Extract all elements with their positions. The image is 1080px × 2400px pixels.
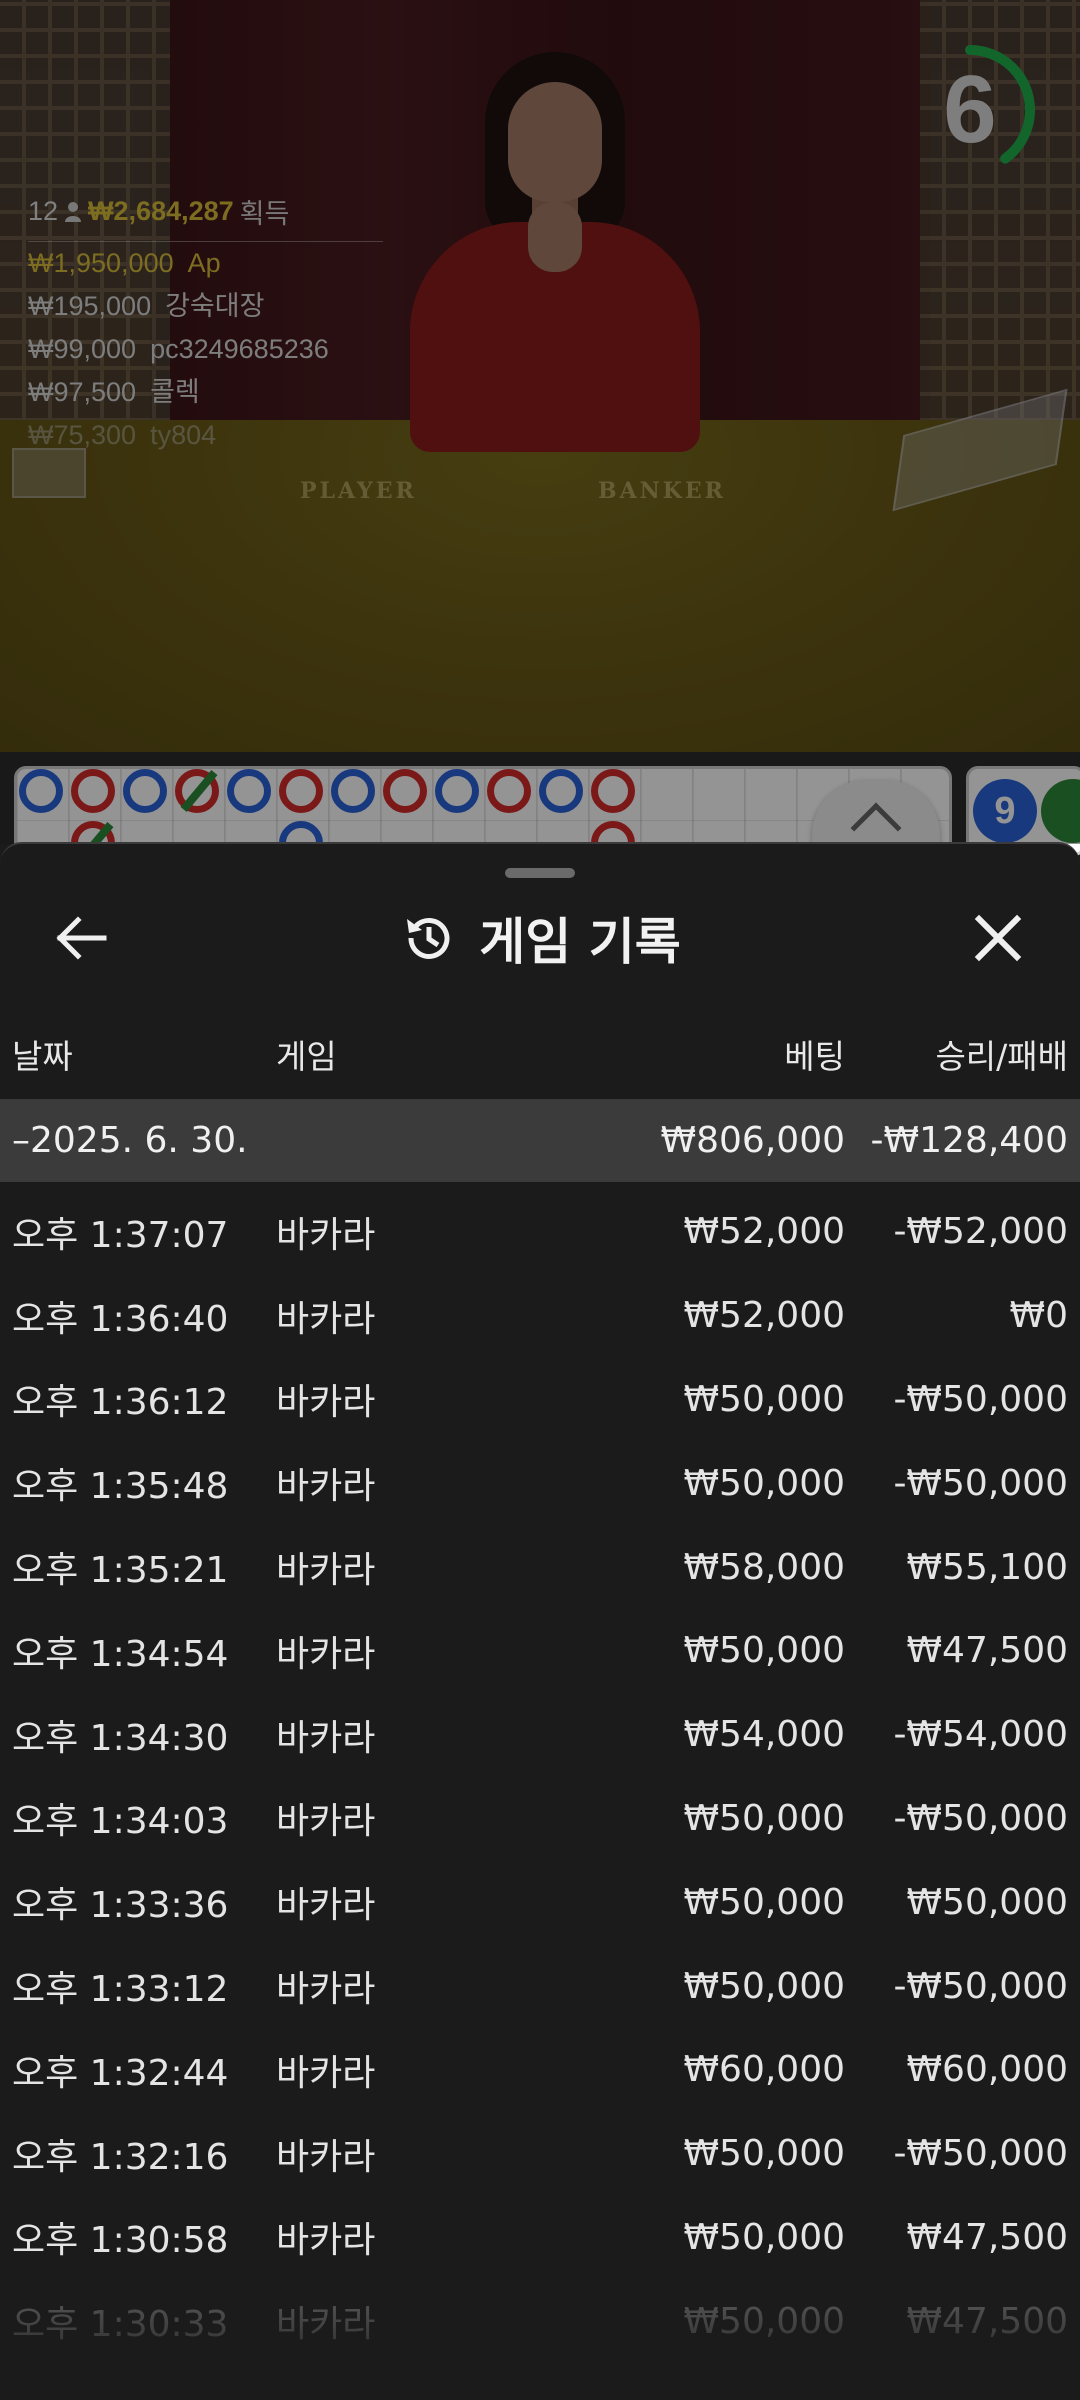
table-row[interactable]: 오후 1:33:36 바카라 ₩50,000 ₩50,000 <box>0 1860 1080 1944</box>
row-result: -₩50,000 <box>893 2133 1068 2175</box>
table-row[interactable]: 오후 1:34:03 바카라 ₩50,000 -₩50,000 <box>0 1777 1080 1861</box>
row-result: -₩54,000 <box>893 1714 1068 1756</box>
row-time: 오후 1:37:07 <box>12 1214 229 1256</box>
row-result: ₩47,500 <box>906 1630 1068 1672</box>
backdrop-dim[interactable] <box>0 0 1080 844</box>
table-header: 날짜 게임 베팅 승리/패배 <box>0 1030 1080 1110</box>
row-time: 오후 1:34:54 <box>12 1633 229 1675</box>
row-result: ₩55,100 <box>906 1546 1068 1588</box>
row-time: 오후 1:33:12 <box>12 1969 229 2011</box>
row-time: 오후 1:32:44 <box>12 2052 229 2094</box>
row-result: -₩50,000 <box>893 1797 1068 1839</box>
row-game: 바카라 <box>276 1466 376 1508</box>
row-time: 오후 1:30:58 <box>12 2220 229 2262</box>
row-time: 오후 1:36:12 <box>12 1382 229 1424</box>
row-game: 바카라 <box>276 1298 376 1340</box>
header-game: 게임 <box>276 1037 337 1076</box>
table-row[interactable]: 오후 1:36:40 바카라 ₩52,000 ₩0 <box>0 1274 1080 1358</box>
table-row[interactable]: 오후 1:34:30 바카라 ₩54,000 -₩54,000 <box>0 1693 1080 1777</box>
history-icon <box>407 917 450 959</box>
row-bet: ₩60,000 <box>683 2049 845 2091</box>
row-game: 바카라 <box>276 2136 376 2178</box>
table-row[interactable]: 오후 1:35:21 바카라 ₩58,000 ₩55,100 <box>0 1525 1080 1609</box>
table-row[interactable]: 오후 1:32:16 바카라 ₩50,000 -₩50,000 <box>0 2112 1080 2196</box>
row-bet: ₩50,000 <box>683 1881 845 1923</box>
row-result: -₩50,000 <box>893 1378 1068 1420</box>
row-game: 바카라 <box>276 1550 376 1592</box>
row-game: 바카라 <box>276 2052 376 2094</box>
header-date: 날짜 <box>12 1037 73 1076</box>
row-time: 오후 1:32:16 <box>12 2136 229 2178</box>
row-time: 오후 1:35:48 <box>12 1466 229 1508</box>
group-bet-total: ₩806,000 <box>660 1120 845 1161</box>
row-game: 바카라 <box>276 2220 376 2262</box>
row-game: 바카라 <box>276 1382 376 1424</box>
page-title: 게임 기록 <box>479 913 681 971</box>
game-history-panel: 게임 기록 날짜 게임 베팅 승리/패배 –2025. 6. 30. ₩806,… <box>0 842 1080 2400</box>
table-row[interactable]: 오후 1:35:48 바카라 ₩50,000 -₩50,000 <box>0 1441 1080 1525</box>
row-time: 오후 1:34:03 <box>12 1801 229 1843</box>
row-game: 바카라 <box>276 1717 376 1759</box>
row-result: -₩50,000 <box>893 1965 1068 2007</box>
row-result: -₩50,000 <box>893 1462 1068 1504</box>
row-bet: ₩50,000 <box>683 1630 845 1672</box>
row-bet: ₩50,000 <box>683 1965 845 2007</box>
row-game: 바카라 <box>276 1885 376 1927</box>
row-result: ₩60,000 <box>906 2049 1068 2091</box>
row-time: 오후 1:34:30 <box>12 1717 229 1759</box>
row-bet: ₩50,000 <box>683 1797 845 1839</box>
row-game: 바카라 <box>276 1633 376 1675</box>
date-group-row[interactable]: –2025. 6. 30. ₩806,000 -₩128,400 <box>0 1099 1080 1182</box>
row-game: 바카라 <box>276 1801 376 1843</box>
table-row[interactable]: 오후 1:33:12 바카라 ₩50,000 -₩50,000 <box>0 1944 1080 2028</box>
close-icon <box>974 914 1022 962</box>
group-win-loss-total: -₩128,400 <box>870 1120 1068 1161</box>
row-time: 오후 1:33:36 <box>12 1885 229 1927</box>
row-bet: ₩50,000 <box>683 2216 845 2258</box>
close-button[interactable] <box>964 904 1032 972</box>
table-row[interactable]: 오후 1:34:54 바카라 ₩50,000 ₩47,500 <box>0 1609 1080 1693</box>
row-result: -₩52,000 <box>893 1211 1068 1253</box>
arrow-left-icon <box>56 916 107 960</box>
row-time: 오후 1:35:21 <box>12 1550 229 1592</box>
table-row[interactable]: 오후 1:32:44 바카라 ₩60,000 ₩60,000 <box>0 2028 1080 2112</box>
scroll-fade <box>0 2280 1080 2400</box>
row-bet: ₩54,000 <box>683 1714 845 1756</box>
row-bet: ₩52,000 <box>683 1211 845 1253</box>
row-result: ₩50,000 <box>906 1881 1068 1923</box>
row-bet: ₩50,000 <box>683 1462 845 1504</box>
row-bet: ₩52,000 <box>683 1295 845 1337</box>
row-game: 바카라 <box>276 1214 376 1256</box>
drag-handle[interactable] <box>505 868 575 878</box>
header-win-loss: 승리/패배 <box>935 1037 1068 1076</box>
table-row[interactable]: 오후 1:30:58 바카라 ₩50,000 ₩47,500 <box>0 2196 1080 2280</box>
row-result: ₩0 <box>1009 1295 1069 1337</box>
row-bet: ₩58,000 <box>683 1546 845 1588</box>
row-bet: ₩50,000 <box>683 2133 845 2175</box>
table-row[interactable]: 오후 1:36:12 바카라 ₩50,000 -₩50,000 <box>0 1358 1080 1442</box>
row-time: 오후 1:36:40 <box>12 1298 229 1340</box>
row-game: 바카라 <box>276 1969 376 2011</box>
group-date: –2025. 6. 30. <box>12 1120 248 1161</box>
header-bet: 베팅 <box>784 1037 845 1076</box>
table-row[interactable]: 오후 1:37:07 바카라 ₩52,000 -₩52,000 <box>0 1190 1080 1274</box>
row-result: ₩47,500 <box>906 2216 1068 2258</box>
row-bet: ₩50,000 <box>683 1378 845 1420</box>
history-list: 오후 1:37:07 바카라 ₩52,000 -₩52,000 오후 1:36:40 바카… <box>0 1190 1080 2363</box>
back-button[interactable] <box>48 904 116 972</box>
